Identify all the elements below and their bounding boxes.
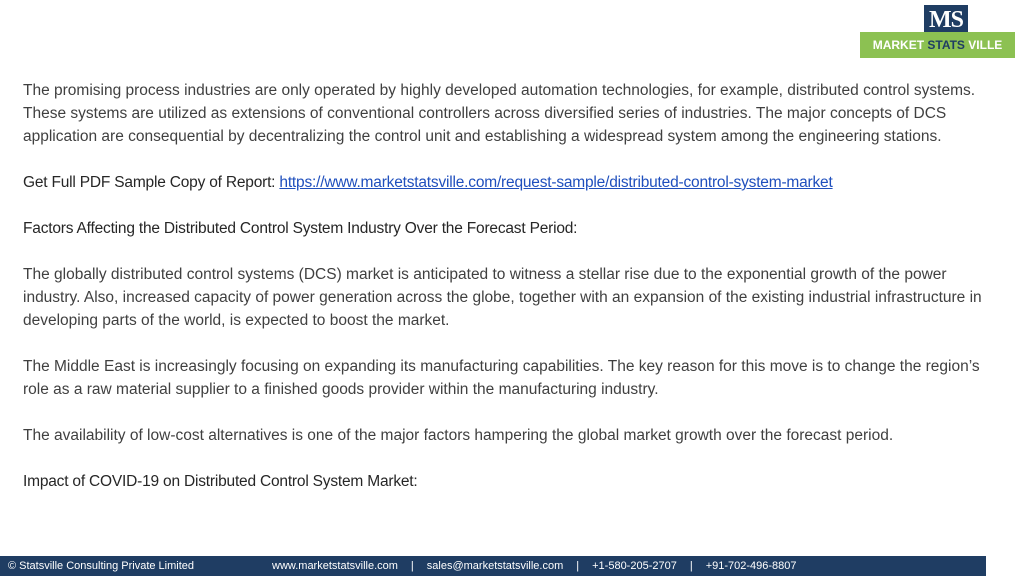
sample-report-link[interactable]: https://www.marketstatsville.com/request…	[279, 174, 832, 191]
logo-mark: MS	[924, 5, 968, 35]
footer-website[interactable]: www.marketstatsville.com	[272, 560, 398, 572]
intro-paragraph: The promising process industries are onl…	[23, 82, 976, 145]
paragraph-dcs-market: The globally distributed control systems…	[23, 266, 982, 329]
section-heading-covid: Impact of COVID-19 on Distributed Contro…	[23, 473, 418, 490]
paragraph-alternatives: The availability of low-cost alternative…	[23, 427, 894, 444]
logo-word-ville: VILLE	[968, 38, 1003, 52]
section-heading-factors: Factors Affecting the Distributed Contro…	[23, 220, 578, 237]
footer-company: © Statsville Consulting Private Limited	[8, 560, 195, 572]
footer-bar: © Statsville Consulting Private Limited …	[0, 556, 986, 576]
sample-label: Get Full PDF Sample Copy of Report:	[23, 174, 280, 191]
footer-phone-us: +1-580-205-2707	[592, 560, 677, 572]
footer-contacts: www.marketstatsville.com | sales@marketsta…	[272, 556, 797, 576]
footer-phone-in: +91-702-496-8807	[705, 560, 797, 572]
logo-word-market: MARKET	[872, 38, 925, 52]
company-logo: MS MARKET STATS VILLE	[860, 5, 1015, 59]
paragraph-middle-east: The Middle East is increasingly focusing…	[23, 358, 980, 398]
footer-separator: |	[576, 560, 580, 572]
footer-separator: |	[410, 560, 414, 572]
logo-wordmark: MARKET STATS VILLE	[860, 32, 1015, 58]
sample-line: Get Full PDF Sample Copy of Report: http…	[23, 171, 998, 194]
logo-word-stats: STATS	[927, 38, 965, 52]
document-body: The promising process industries are onl…	[23, 79, 998, 493]
footer-email[interactable]: sales@marketstatsville.com	[427, 560, 563, 572]
footer-separator: |	[689, 560, 693, 572]
